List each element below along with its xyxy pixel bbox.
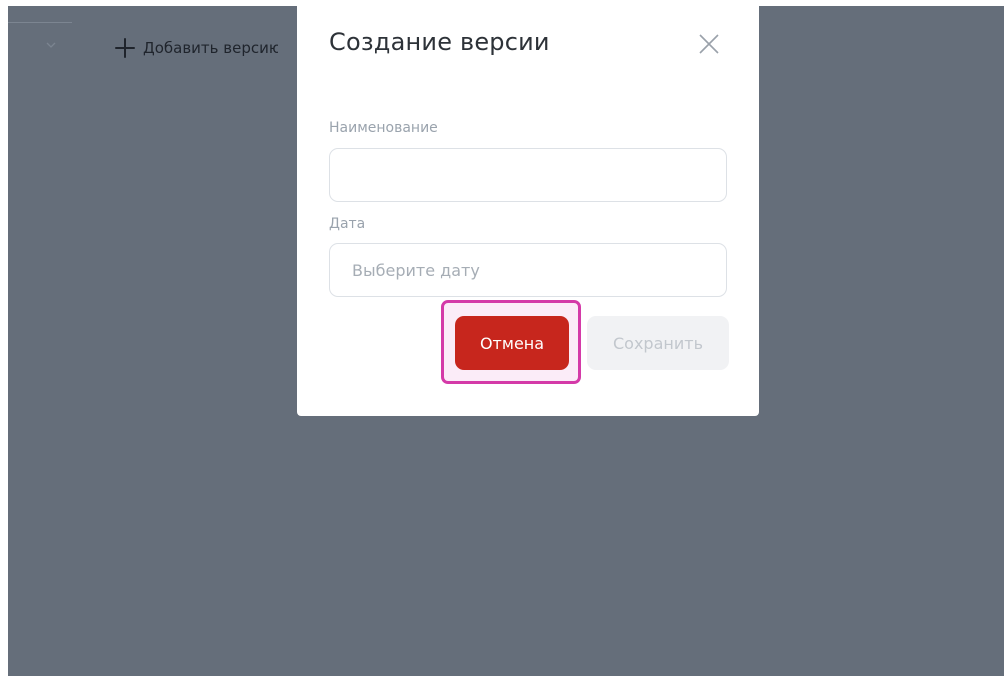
- add-version-button[interactable]: Добавить версию: [115, 38, 278, 58]
- date-picker-input[interactable]: [329, 243, 727, 297]
- close-icon[interactable]: [695, 30, 723, 58]
- name-input[interactable]: [329, 148, 727, 202]
- save-button[interactable]: Сохранить: [587, 316, 729, 370]
- dialog-title: Создание версии: [329, 28, 550, 56]
- screen: Добавить версию Создание версии Наименов…: [0, 0, 1006, 677]
- create-version-dialog: Создание версии Наименование Дата Отмена…: [297, 6, 759, 416]
- background-divider: [8, 22, 72, 23]
- cancel-button[interactable]: Отмена: [455, 316, 569, 370]
- date-field-label: Дата: [329, 216, 366, 232]
- add-version-label: Добавить версию: [143, 39, 278, 57]
- plus-icon: [115, 38, 135, 58]
- name-field-label: Наименование: [329, 120, 438, 136]
- chevron-down-icon: [46, 42, 56, 48]
